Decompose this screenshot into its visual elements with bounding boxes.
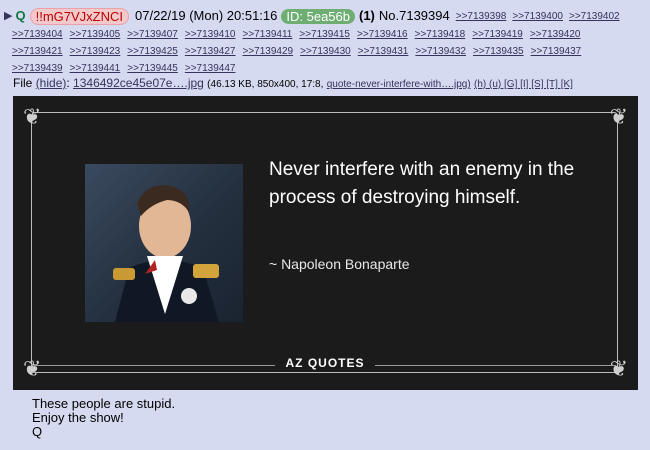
quote-backlink[interactable]: >>7139423 [70,44,121,59]
quote-backlink[interactable]: >>7139430 [300,44,351,59]
quote-backlink[interactable]: >>7139445 [127,61,178,76]
quote-backlink[interactable]: >>7139431 [358,44,409,59]
backlinks-row: >>7139421 >>7139423 >>7139425 >>7139427 >>71… [4,42,646,59]
post-message: These people are stupid. Enjoy the show!… [32,397,175,439]
quote-backlink[interactable]: >>7139435 [473,44,524,59]
azquotes-logo: AZ QUOTES [275,356,375,370]
quote-author: ~ Napoleon Bonaparte [269,256,410,272]
file-label: File [13,76,33,90]
quote-backlink[interactable]: >>7139405 [70,27,121,42]
post-datetime: 07/22/19 (Mon) 20:51:16 [135,8,278,23]
flourish-icon: ❦ [23,104,42,129]
quote-backlink[interactable]: >>7139425 [127,44,178,59]
post-header: ▶ Q !!mG7VJxZNCI 07/22/19 (Mon) 20:51:16… [4,7,646,76]
quote-backlink[interactable]: >>7139420 [530,27,581,42]
post-number[interactable]: No.7139394 [379,8,450,24]
quote-backlink[interactable]: >>7139402 [569,11,620,22]
flourish-icon: ❦ [23,356,42,381]
quote-backlink[interactable]: >>7139441 [70,61,121,76]
backlinks-row: >>7139404 >>7139405 >>7139407 >>7139410 >>71… [4,25,646,42]
quote-backlink[interactable]: >>7139447 [185,61,236,76]
napoleon-portrait [85,164,243,322]
original-filename-link[interactable]: quote-never-interfere-with….jpg) [327,79,471,90]
triangle-right-icon[interactable]: ▶ [4,8,12,24]
quote-backlink[interactable]: >>7139429 [243,44,294,59]
message-line: These people are stupid. [32,396,176,411]
file-link[interactable]: 1346492ce45e07e….jpg [73,76,204,90]
tripcode: !!mG7VJxZNCI [29,7,129,25]
file-info: File (hide): 1346492ce45e07e….jpg (46.13… [13,76,573,90]
backlinks-row: >>7139439 >>7139441 >>7139445 >>7139447 [4,59,646,76]
post: ▶ Q !!mG7VJxZNCI 07/22/19 (Mon) 20:51:16… [0,0,650,450]
flourish-icon: ❦ [609,356,628,381]
message-line: Q [32,424,43,439]
quote-backlink[interactable]: >>7139416 [357,27,408,42]
file-actions[interactable]: (h) (u) [G] [I] [S] [T] [K] [474,79,573,90]
attached-image[interactable]: ❦ ❦ ❦ ❦ Never interfere with an enemy in… [13,96,638,390]
quote-backlink[interactable]: >>7139418 [415,27,466,42]
quote-backlink[interactable]: >>7139439 [12,61,63,76]
poster-id[interactable]: ID: 5ea56b [281,8,355,24]
quote-backlink[interactable]: >>7139404 [12,27,63,42]
quote-backlink[interactable]: >>7139407 [127,27,178,42]
quote-text: Never interfere with an enemy in the pro… [269,159,575,208]
flourish-icon: ❦ [609,104,628,129]
quote-backlink[interactable]: >>7139398 [456,11,507,22]
quote-backlink[interactable]: >>7139437 [531,44,582,59]
message-line: Enjoy the show! [32,410,124,425]
quote-backlink[interactable]: >>7139415 [299,27,350,42]
reply-count: (1) [359,8,375,23]
hide-link[interactable]: (hide) [36,76,67,90]
quote-backlink[interactable]: >>7139411 [243,27,293,42]
file-meta: (46.13 KB, 850x400, 17:8, [207,79,324,90]
quote-backlink[interactable]: >>7139410 [185,27,236,42]
quote-backlink[interactable]: >>7139419 [472,27,523,42]
quote-backlink[interactable]: >>7139432 [415,44,466,59]
quote-backlink[interactable]: >>7139427 [185,44,236,59]
quote-backlink[interactable]: >>7139400 [512,11,563,22]
poster-name: Q [15,8,26,23]
quote-backlink[interactable]: >>7139421 [12,44,63,59]
